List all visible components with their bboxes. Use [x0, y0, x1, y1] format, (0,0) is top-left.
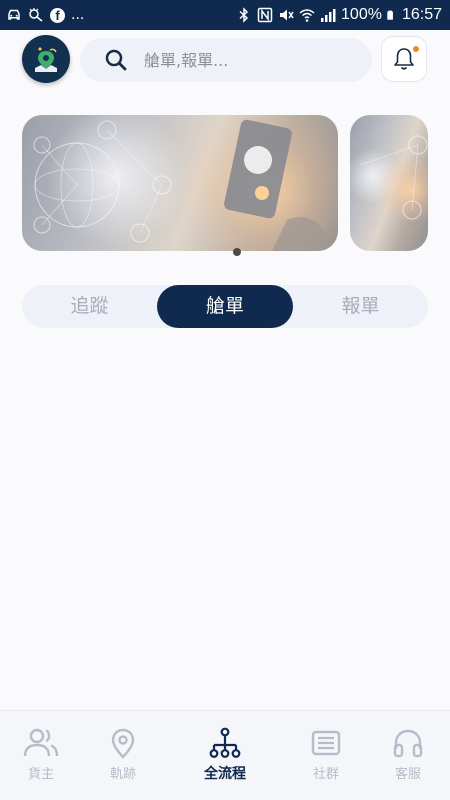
- network-globe-image: [33, 119, 338, 251]
- flow-tree-icon: [209, 727, 241, 758]
- nav-item-full-process[interactable]: 全流程: [190, 727, 260, 783]
- search-bar[interactable]: [80, 38, 372, 82]
- tab-tracking[interactable]: 追蹤: [22, 285, 157, 328]
- tab-bar: 追蹤 艙單 報單: [22, 285, 428, 328]
- search-input[interactable]: [144, 50, 344, 70]
- nav-item-track[interactable]: 軌跡: [88, 727, 158, 782]
- facebook-icon: f: [50, 7, 65, 23]
- nav-item-support[interactable]: 客服: [373, 727, 443, 782]
- bluetooth-icon: [239, 7, 249, 23]
- banner-slide-next[interactable]: [350, 115, 428, 251]
- bottom-nav: 貨主 軌跡 全流程 社群 客服: [0, 710, 450, 800]
- status-right: 100% 16:57: [236, 6, 442, 24]
- news-icon: [311, 730, 341, 756]
- car-icon: [8, 9, 20, 20]
- status-bar: f ... 100% 16:57: [0, 0, 450, 30]
- headset-icon: [393, 729, 423, 758]
- app-logo-button[interactable]: [22, 35, 70, 83]
- users-icon: [23, 728, 59, 757]
- carousel-indicator: [233, 248, 241, 256]
- header: [0, 30, 450, 92]
- app-logo-icon: [35, 47, 57, 72]
- signal-icon: [321, 9, 336, 22]
- nav-label-community: 社群: [312, 767, 339, 782]
- nav-label-shipper: 貨主: [27, 767, 54, 782]
- banner-slide-main[interactable]: [22, 115, 338, 251]
- nav-label-support: 客服: [394, 767, 421, 782]
- nfc-icon: [257, 7, 273, 23]
- notification-button[interactable]: [381, 36, 427, 82]
- status-left: f ...: [6, 6, 84, 24]
- nav-label-full-process: 全流程: [204, 766, 246, 782]
- location-pin-icon: [111, 728, 135, 759]
- nav-label-track: 軌跡: [109, 767, 136, 782]
- notification-dot: [413, 46, 419, 52]
- status-overflow: ...: [71, 6, 85, 23]
- clock: 16:57: [401, 6, 442, 23]
- wifi-icon: [299, 9, 315, 22]
- nav-item-community[interactable]: 社群: [291, 727, 361, 782]
- eye-icon: [29, 8, 43, 22]
- network-image-next: [359, 135, 428, 220]
- battery-icon: [387, 10, 393, 20]
- search-icon: [105, 49, 127, 71]
- mute-icon: [280, 9, 294, 21]
- nav-item-shipper[interactable]: 貨主: [6, 727, 76, 782]
- tab-manifest[interactable]: 艙單: [157, 285, 293, 328]
- battery-percent: 100%: [341, 6, 382, 23]
- tab-declaration[interactable]: 報單: [293, 285, 428, 328]
